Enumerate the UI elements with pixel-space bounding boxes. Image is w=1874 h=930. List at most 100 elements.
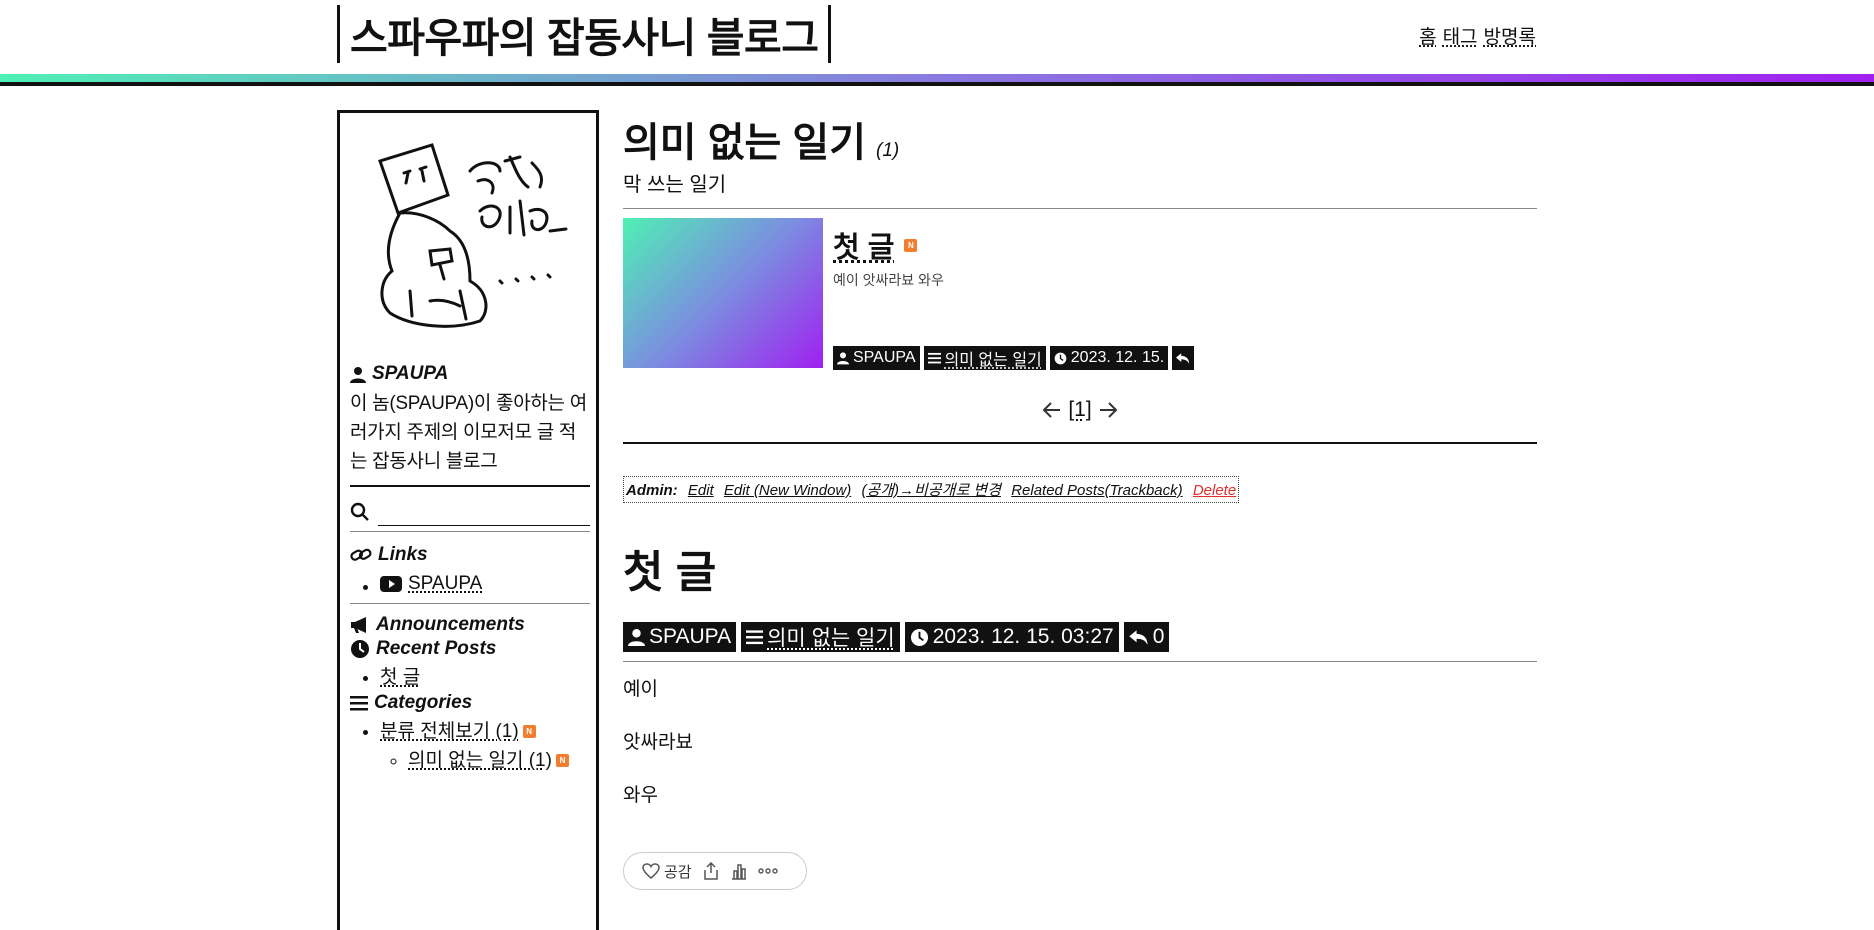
post-category-link[interactable]: 의미 없는 일기 xyxy=(767,622,895,652)
card-author: SPAUPA xyxy=(853,349,916,366)
reply-icon xyxy=(1176,352,1190,364)
announcements-section: Announcements xyxy=(350,613,590,637)
post-body: 예이 앗싸라뵤 와우 xyxy=(623,676,693,835)
post-author-tag: SPAUPA xyxy=(623,622,737,652)
card-author-tag: SPAUPA xyxy=(833,346,920,370)
divider xyxy=(623,442,1537,444)
links-heading: Links xyxy=(350,543,590,567)
card-category-link[interactable]: 의미 없는 일기 xyxy=(945,346,1042,370)
arrow-left-icon[interactable] xyxy=(1042,401,1062,419)
card-excerpt: 예이 앗싸라뵤 와우 xyxy=(833,272,944,288)
new-badge: N xyxy=(522,725,536,739)
page-current[interactable]: [1] xyxy=(1068,398,1091,422)
announcements-heading[interactable]: Announcements xyxy=(350,613,590,637)
main-content: 의미 없는 일기 (1) 막 쓰는 일기 첫 글 N 예이 앗싸라뵤 와우 SP… xyxy=(623,110,1537,890)
megaphone-icon xyxy=(351,617,366,633)
list-item: 의미 없는 일기 (1)N xyxy=(408,746,590,775)
share-button[interactable] xyxy=(702,862,720,880)
stats-icon xyxy=(731,864,746,880)
admin-related-link[interactable]: Related Posts(Trackback) xyxy=(1011,482,1182,499)
heart-icon xyxy=(642,863,660,879)
list-icon xyxy=(350,696,368,711)
clock-icon xyxy=(1054,352,1067,364)
post-category-tag: 의미 없는 일기 xyxy=(741,622,900,652)
sidebar-divider xyxy=(350,485,590,487)
nav-tag-link[interactable]: 태그 xyxy=(1443,22,1478,49)
link-label: SPAUPA xyxy=(408,573,483,594)
card-title-link[interactable]: 첫 글 xyxy=(833,224,894,266)
card-date: 2023. 12. 15. xyxy=(1070,349,1165,366)
subcategory-list: 의미 없는 일기 (1)N xyxy=(380,746,590,775)
list-item: 분류 전체보기 (1)N 의미 없는 일기 (1)N xyxy=(380,717,590,775)
stats-button[interactable] xyxy=(730,862,748,880)
post-date-tag: 2023. 12. 15. 03:27 xyxy=(904,622,1119,652)
post-paragraph: 예이 xyxy=(623,679,658,700)
site-title-wrap: 스파우파의 잡동사니 블로그 xyxy=(337,4,832,64)
nav-home-link[interactable]: 홈 xyxy=(1419,22,1436,49)
card-title-row: 첫 글 N xyxy=(833,224,944,266)
new-badge: N xyxy=(904,238,918,252)
card-reply-tag[interactable] xyxy=(1172,346,1195,370)
link-spaupa[interactable]: SPAUPA xyxy=(380,569,482,598)
profile: SPAUPA 이 놈(SPAUPA)이 좋아하는 여러가지 주제의 이모저모 글… xyxy=(350,363,590,476)
clock-icon xyxy=(351,640,369,658)
categories-label: Categories xyxy=(374,692,473,713)
like-label: 공감 xyxy=(664,863,692,881)
header-gradient-bar xyxy=(0,74,1874,82)
post-thumbnail[interactable] xyxy=(623,218,823,368)
list-item: 첫 글 xyxy=(380,663,590,692)
recent-posts-heading: Recent Posts xyxy=(350,637,590,661)
reaction-bar: 공감 xyxy=(623,852,807,890)
post-title: 첫 글 xyxy=(623,548,717,597)
post-paragraph: 와우 xyxy=(623,785,658,806)
categories-heading: Categories xyxy=(350,691,590,715)
sidebar-divider xyxy=(350,531,590,532)
links-section: Links SPAUPA xyxy=(350,543,590,601)
link-icon xyxy=(350,548,372,561)
category-description: 막 쓰는 일기 xyxy=(623,174,727,196)
divider xyxy=(623,208,1537,209)
admin-delete-link[interactable]: Delete xyxy=(1193,482,1236,499)
search-icon[interactable] xyxy=(350,502,370,522)
categories-section: Categories 분류 전체보기 (1)N 의미 없는 일기 (1)N xyxy=(350,691,590,775)
search-row xyxy=(350,497,590,527)
profile-name: SPAUPA xyxy=(372,363,449,384)
category-diary-link[interactable]: 의미 없는 일기 (1) xyxy=(408,750,552,771)
admin-visibility-link[interactable]: (공개)→비공개로 변경 xyxy=(861,482,1001,499)
post-paragraph: 앗싸라뵤 xyxy=(623,732,693,753)
admin-edit-link[interactable]: Edit xyxy=(688,482,714,499)
list-icon xyxy=(746,630,764,645)
category-count: (1) xyxy=(876,140,900,161)
post-card: 첫 글 N 예이 앗싸라뵤 와우 SPAUPA 의미 없는 일기 2023. 1… xyxy=(623,218,1537,370)
arrow-right-icon[interactable] xyxy=(1098,401,1118,419)
admin-bar: Admin: Edit Edit (New Window) (공개)→비공개로 … xyxy=(623,476,1240,503)
recent-post-link[interactable]: 첫 글 xyxy=(380,667,420,688)
profile-description: 이 놈(SPAUPA)이 좋아하는 여러가지 주제의 이모저모 글 적는 잡동사… xyxy=(350,393,587,472)
recent-posts-section: Recent Posts 첫 글 xyxy=(350,637,590,692)
search-input[interactable] xyxy=(378,498,590,526)
user-icon xyxy=(350,366,366,383)
site-title[interactable]: 스파우파의 잡동사니 블로그 xyxy=(340,4,828,64)
user-icon xyxy=(837,352,849,365)
admin-edit-new-window-link[interactable]: Edit (New Window) xyxy=(724,482,851,499)
category-all-link[interactable]: 분류 전체보기 (1) xyxy=(380,721,519,742)
list-item: SPAUPA xyxy=(380,569,590,601)
pagination: [1] xyxy=(623,398,1537,422)
like-button[interactable]: 공감 xyxy=(642,861,692,882)
nav-guestbook-link[interactable]: 방명록 xyxy=(1484,22,1536,49)
card-meta: SPAUPA 의미 없는 일기 2023. 12. 15. xyxy=(833,346,1195,370)
post-datetime: 2023. 12. 15. 03:27 xyxy=(932,625,1114,648)
categories-list: 분류 전체보기 (1)N 의미 없는 일기 (1)N xyxy=(350,717,590,775)
card-body: 첫 글 N 예이 앗싸라뵤 와우 xyxy=(833,218,944,290)
comment-count: 0 xyxy=(1152,625,1165,648)
sidebar: SPAUPA 이 놈(SPAUPA)이 좋아하는 여러가지 주제의 이모저모 글… xyxy=(337,110,599,930)
links-list: SPAUPA xyxy=(350,569,590,601)
list-icon xyxy=(927,352,941,364)
youtube-icon xyxy=(380,575,402,592)
post-comments-tag[interactable]: 0 xyxy=(1123,622,1170,652)
top-nav: 홈 태그 방명록 xyxy=(1419,22,1536,49)
recent-posts-list: 첫 글 xyxy=(350,663,590,692)
category-title-row: 의미 없는 일기 (1) xyxy=(623,110,1537,165)
header-underline-bar xyxy=(0,82,1874,86)
more-button[interactable] xyxy=(757,868,778,874)
